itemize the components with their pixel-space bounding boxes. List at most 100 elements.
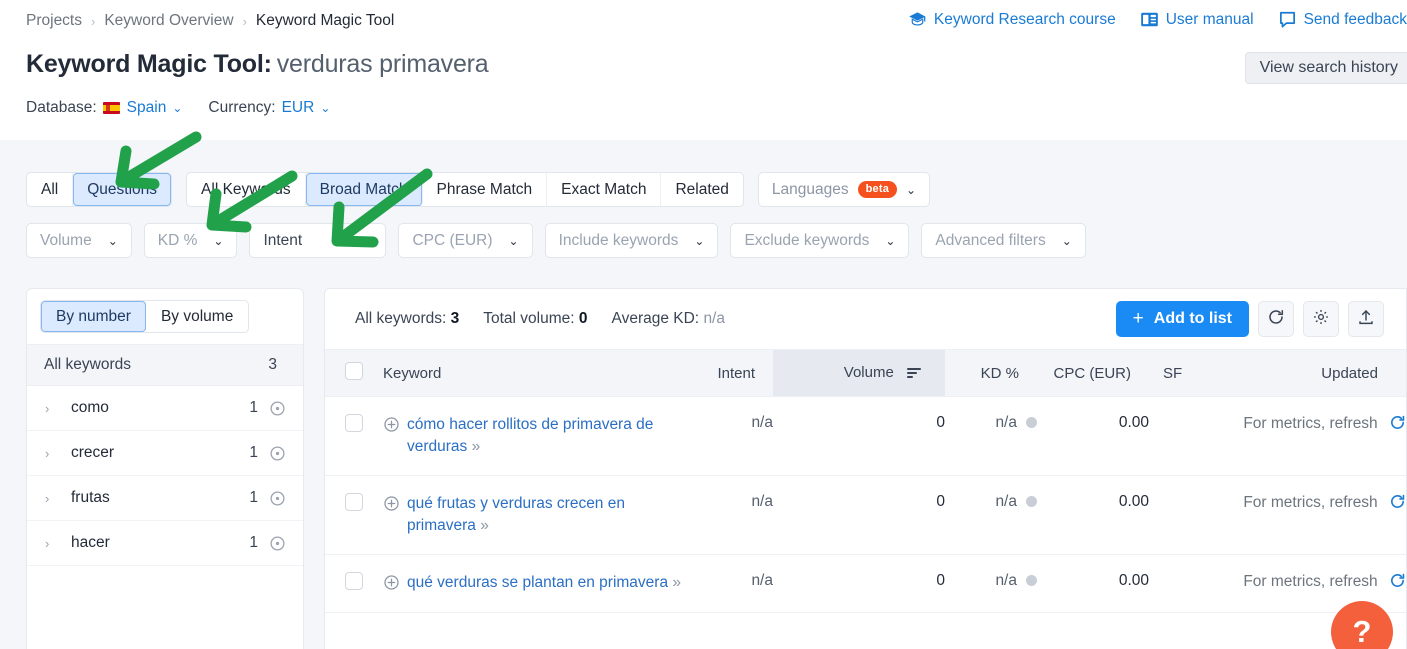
eye-icon[interactable] (269, 535, 286, 552)
column-updated[interactable]: Updated (1219, 349, 1406, 397)
currency-selector[interactable]: Currency: EUR ⌄ (208, 99, 330, 117)
breadcrumb-separator-icon: › (242, 13, 247, 29)
database-label: Database: (26, 99, 97, 116)
keyword-link[interactable]: qué frutas y verduras crecen en primaver… (407, 493, 681, 537)
header-links: Keyword Research course User manual Send… (908, 10, 1407, 29)
breadcrumb-separator-icon: › (91, 13, 96, 29)
keyword-link[interactable]: cómo hacer rollitos de primavera de verd… (407, 414, 681, 458)
row-checkbox[interactable] (345, 572, 363, 590)
column-keyword[interactable]: Keyword (383, 349, 681, 397)
chevron-down-icon: ⌄ (107, 233, 118, 248)
tab-related[interactable]: Related (661, 173, 742, 206)
plus-icon: + (1132, 308, 1144, 329)
keyword-research-course-link[interactable]: Keyword Research course (908, 10, 1116, 29)
view-search-history-button[interactable]: View search history (1244, 52, 1407, 84)
filter-include-keywords-label: Include keywords (558, 231, 679, 249)
database-currency-row: Database: Spain ⌄ Currency: EUR ⌄ (26, 99, 330, 117)
stat-total-volume-value: 0 (578, 310, 588, 327)
chevron-down-icon: ⌄ (906, 182, 917, 197)
stat-average-kd-value: n/a (703, 310, 725, 327)
graduation-cap-icon (908, 10, 927, 29)
send-feedback-link[interactable]: Send feedback (1278, 10, 1407, 29)
sidebar-item-all-keywords[interactable]: All keywords 3 (27, 344, 303, 386)
tab-questions[interactable]: Questions (73, 173, 172, 206)
eye-icon[interactable] (269, 400, 286, 417)
refresh-icon[interactable] (1389, 573, 1406, 593)
eye-icon[interactable] (269, 445, 286, 462)
database-selector[interactable]: Database: Spain ⌄ (26, 99, 182, 117)
tab-group-scope: All Questions (26, 172, 173, 207)
settings-button[interactable] (1303, 301, 1339, 337)
sidebar-item-como[interactable]: › como 1 (27, 386, 303, 431)
row-updated-cell[interactable]: For metrics, refresh (1219, 554, 1406, 613)
filter-advanced-label: Advanced filters (935, 231, 1046, 249)
column-kd[interactable]: KD % (945, 349, 1037, 397)
tab-broad-match[interactable]: Broad Match (305, 173, 423, 206)
filter-kd[interactable]: KD % ⌄ (143, 223, 238, 258)
sidebar-sort-by-number[interactable]: By number (41, 301, 146, 332)
kd-difficulty-dot (1026, 496, 1037, 507)
filter-intent-label: Intent (263, 231, 303, 249)
filter-include-keywords[interactable]: Include keywords ⌄ (544, 223, 719, 258)
column-cpc[interactable]: CPC (EUR) (1037, 349, 1149, 397)
eye-icon[interactable] (269, 490, 286, 507)
currency-value[interactable]: EUR (282, 99, 315, 117)
row-checkbox[interactable] (345, 493, 363, 511)
refresh-button[interactable] (1258, 301, 1294, 337)
keyword-text: qué frutas y verduras crecen en primaver… (407, 495, 625, 534)
sidebar-sort-by-volume[interactable]: By volume (146, 301, 248, 332)
add-to-list-button[interactable]: + Add to list (1115, 301, 1249, 337)
database-value[interactable]: Spain (127, 99, 167, 117)
sidebar-all-keywords-label: All keywords (44, 356, 131, 373)
column-sf[interactable]: SF (1149, 349, 1219, 397)
column-volume[interactable]: Volume (773, 349, 945, 397)
row-checkbox[interactable] (345, 414, 363, 432)
filter-cpc[interactable]: CPC (EUR) ⌄ (398, 223, 533, 258)
row-keyword-cell: qué verduras se plantan en primavera » (383, 554, 681, 613)
double-chevron-icon: » (672, 574, 681, 591)
row-select-cell (325, 554, 383, 613)
sidebar-group-count: 1 (249, 534, 258, 551)
row-select-cell (325, 475, 383, 555)
row-updated-cell[interactable]: For metrics, refresh (1219, 396, 1406, 476)
table-row[interactable]: qué frutas y verduras crecen en primaver… (325, 475, 1406, 555)
breadcrumb-item-keyword-overview[interactable]: Keyword Overview (104, 12, 233, 30)
tab-phrase-match[interactable]: Phrase Match (423, 173, 548, 206)
languages-dropdown[interactable]: Languages beta ⌄ (757, 172, 931, 207)
tab-all[interactable]: All (27, 173, 74, 206)
export-button[interactable] (1348, 301, 1384, 337)
export-icon (1357, 308, 1375, 331)
add-keyword-icon[interactable] (383, 495, 400, 512)
filter-exclude-keywords[interactable]: Exclude keywords ⌄ (730, 223, 910, 258)
select-all-checkbox[interactable] (345, 362, 363, 380)
refresh-icon[interactable] (1389, 494, 1406, 514)
sidebar-item-frutas[interactable]: › frutas 1 (27, 476, 303, 521)
row-kd-cell: n/a (945, 475, 1037, 555)
breadcrumb: Projects › Keyword Overview › Keyword Ma… (26, 12, 394, 30)
chevron-right-icon: › (45, 490, 50, 506)
filter-intent[interactable]: Intent ⌄ (249, 223, 387, 258)
tab-exact-match[interactable]: Exact Match (547, 173, 662, 206)
filter-volume[interactable]: Volume ⌄ (26, 223, 132, 258)
add-keyword-icon[interactable] (383, 416, 400, 433)
sidebar-item-hacer[interactable]: › hacer 1 (27, 521, 303, 566)
keywords-table: Keyword Intent Volume KD % CPC (EUR) SF … (325, 349, 1406, 613)
table-row[interactable]: cómo hacer rollitos de primavera de verd… (325, 396, 1406, 476)
sidebar-item-crecer[interactable]: › crecer 1 (27, 431, 303, 476)
keyword-link[interactable]: qué verduras se plantan en primavera » (407, 572, 681, 594)
refresh-icon (1267, 308, 1285, 331)
user-manual-link[interactable]: User manual (1140, 11, 1254, 29)
stat-all-keywords-value: 3 (450, 310, 460, 327)
add-keyword-icon[interactable] (383, 574, 400, 591)
refresh-icon[interactable] (1389, 415, 1406, 435)
row-sf-cell (1149, 475, 1219, 555)
breadcrumb-item-projects[interactable]: Projects (26, 12, 82, 30)
row-kd-value: n/a (995, 493, 1017, 510)
filter-advanced[interactable]: Advanced filters ⌄ (921, 223, 1086, 258)
top-bar: Projects › Keyword Overview › Keyword Ma… (0, 0, 1407, 140)
tab-all-keywords[interactable]: All Keywords (187, 173, 306, 206)
column-intent[interactable]: Intent (681, 349, 773, 397)
stat-total-volume-label: Total volume: (483, 310, 575, 327)
row-updated-cell[interactable]: For metrics, refresh (1219, 475, 1406, 555)
table-row[interactable]: qué verduras se plantan en primavera » n… (325, 554, 1406, 613)
